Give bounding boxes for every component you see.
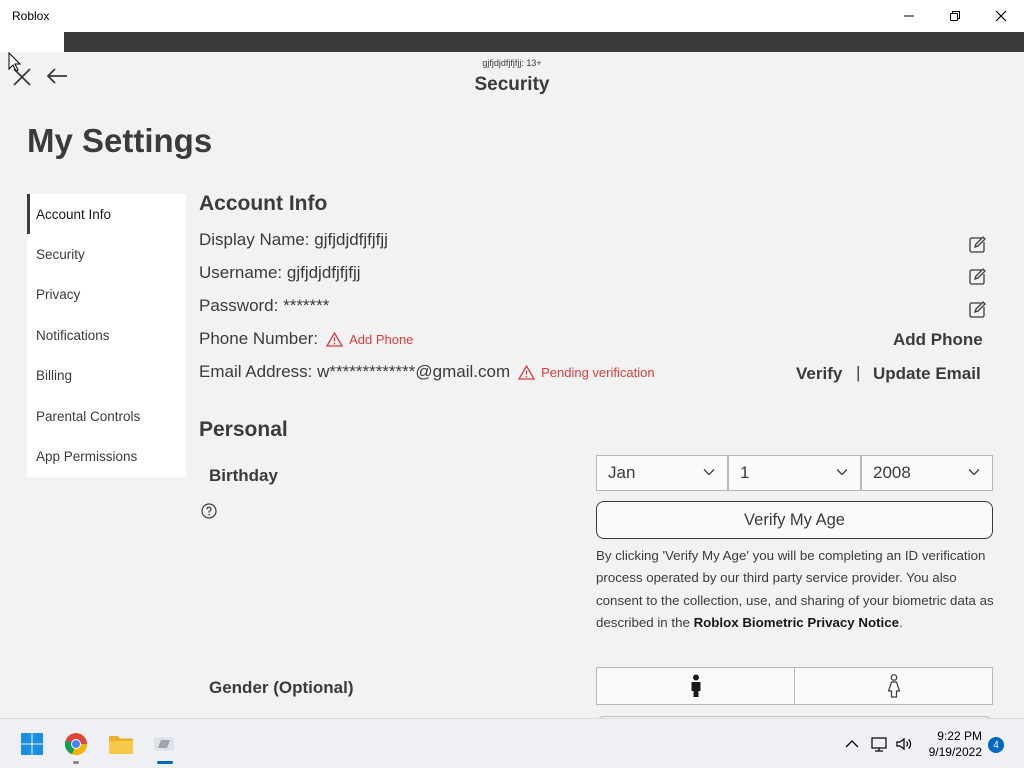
sidebar-item-account-info[interactable]: Account Info (27, 194, 186, 235)
clock-date: 9/19/2022 (928, 745, 982, 759)
phone-warning-text: Add Phone (349, 331, 414, 347)
window-close-button[interactable] (978, 0, 1024, 32)
birthday-year-select[interactable]: 2008 (861, 455, 993, 491)
close-icon (995, 10, 1007, 22)
update-email-button[interactable]: Update Email (873, 364, 981, 384)
email-warning-text: Pending verification (541, 364, 655, 380)
windows-logo-icon (21, 733, 43, 755)
sidebar-item-security[interactable]: Security (27, 234, 186, 274)
biometric-privacy-notice-link[interactable]: Roblox Biometric Privacy Notice (694, 615, 899, 630)
birthday-month-select[interactable]: Jan (596, 455, 728, 491)
roblox-icon (154, 737, 174, 751)
roblox-taskbar-button[interactable] (150, 730, 178, 758)
sidebar-item-billing[interactable]: Billing (27, 356, 186, 396)
restore-icon (950, 11, 960, 21)
chevron-up-icon[interactable] (843, 736, 861, 752)
settings-sidebar: Account Info Security Privacy Notificati… (27, 194, 186, 477)
chevron-down-icon (703, 469, 715, 476)
notification-badge[interactable]: 4 (988, 737, 1004, 753)
chrome-running-indicator (73, 761, 79, 764)
taskbar: 9:22 PM 9/19/2022 4 (0, 718, 1024, 768)
gender-male-button[interactable] (596, 667, 795, 705)
background-corner (0, 32, 64, 52)
chrome-taskbar-button[interactable] (62, 730, 90, 758)
male-icon (691, 674, 700, 697)
verify-email-button[interactable]: Verify (796, 364, 842, 384)
page-title: My Settings (27, 122, 213, 159)
birthday-year-value: 2008 (873, 463, 911, 482)
email-warning: Pending verification (518, 364, 655, 380)
birthday-day-select[interactable]: 1 (728, 455, 861, 491)
roblox-active-indicator (157, 761, 173, 764)
edit-display-name-icon[interactable] (968, 236, 986, 254)
disclaimer-end: . (899, 615, 903, 631)
background-app-header (64, 32, 1024, 52)
edit-username-icon[interactable] (968, 268, 986, 286)
account-info-title: Account Info (199, 192, 328, 215)
mouse-cursor-icon (8, 52, 22, 72)
verify-my-age-button[interactable]: Verify My Age (596, 501, 993, 539)
taskbar-clock[interactable]: 9:22 PM 9/19/2022 (920, 728, 982, 760)
file-explorer-taskbar-button[interactable] (107, 730, 135, 758)
network-icon[interactable] (870, 736, 888, 752)
gender-label: Gender (Optional) (209, 678, 354, 697)
birthday-day-value: 1 (740, 463, 750, 482)
personal-title: Personal (199, 418, 288, 441)
warning-icon (326, 331, 344, 347)
email-address-row: Email Address: w*************@gmail.com … (199, 362, 655, 382)
sidebar-item-notifications[interactable]: Notifications (27, 315, 186, 355)
restore-button[interactable] (932, 0, 978, 32)
clock-time: 9:22 PM (937, 729, 982, 743)
add-phone-button[interactable]: Add Phone (893, 330, 983, 350)
gender-female-button[interactable] (794, 667, 993, 705)
minimize-icon (904, 15, 914, 17)
start-button[interactable] (18, 730, 46, 758)
email-address-label: Email Address: w*************@gmail.com (199, 362, 511, 381)
warning-icon (518, 364, 536, 380)
header-title: Security (474, 74, 550, 95)
email-action-separator: | (856, 363, 861, 382)
sidebar-item-app-permissions[interactable]: App Permissions (27, 436, 186, 476)
phone-number-label: Phone Number: (199, 329, 319, 348)
volume-icon[interactable] (895, 736, 913, 752)
chevron-down-icon (836, 469, 848, 476)
password-row: Password: ******* (199, 296, 330, 315)
minimize-button[interactable] (886, 0, 932, 32)
female-icon (887, 674, 900, 698)
window-title: Roblox (12, 9, 50, 23)
chrome-icon (64, 733, 88, 756)
window-title-bar: Roblox (0, 0, 1024, 32)
edit-password-icon[interactable] (968, 301, 986, 319)
age-verification-disclaimer: By clicking 'Verify My Age' you will be … (596, 545, 996, 635)
header-username-age: gjfjdjdfjfjfjj: 13+ (482, 58, 542, 68)
help-icon[interactable] (201, 503, 217, 519)
phone-warning: Add Phone (326, 331, 414, 347)
chevron-down-icon (968, 469, 980, 476)
settings-panel: gjfjdjdfjfjfjj: 13+ Security My Settings… (0, 52, 1024, 718)
phone-number-row: Phone Number: Add Phone (199, 329, 413, 349)
sidebar-item-privacy[interactable]: Privacy (27, 275, 186, 315)
birthday-label: Birthday (209, 466, 278, 485)
username-row: Username: gjfjdjdfjfjfjj (199, 263, 361, 282)
sidebar-item-parental-controls[interactable]: Parental Controls (27, 396, 186, 436)
folder-icon (109, 736, 133, 754)
birthday-month-value: Jan (608, 463, 636, 482)
display-name-row: Display Name: gjfjdjdfjfjfjj (199, 230, 388, 249)
